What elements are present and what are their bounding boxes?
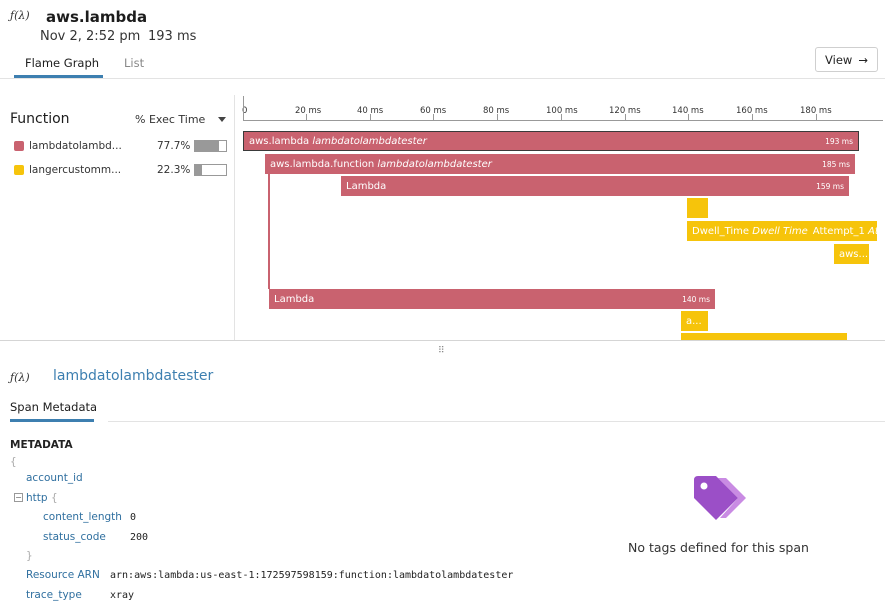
- lambda-function-icon: ƒ(λ): [10, 371, 30, 384]
- json-brace: {: [10, 456, 17, 468]
- trace-duration: 193 ms: [148, 29, 197, 44]
- selected-span-name[interactable]: lambdatolambdatester: [53, 368, 213, 384]
- metadata-key: trace_type: [26, 589, 82, 601]
- tabs-divider: [0, 78, 885, 79]
- span-aws-truncated[interactable]: aws...: [834, 244, 869, 264]
- span-lambda[interactable]: Lambda 159 ms: [341, 176, 849, 196]
- arrow-right-icon: →: [858, 52, 868, 67]
- span-label: Attempt_1 Att...: [812, 225, 877, 237]
- axis-tick: [561, 114, 562, 120]
- legend-divider: [234, 95, 235, 340]
- axis-tick: [370, 114, 371, 120]
- axis-tick: [688, 114, 689, 120]
- span-duration: 159 ms: [816, 181, 844, 191]
- legend-item-pct: 22.3%: [157, 164, 191, 176]
- metadata-value: xray: [110, 590, 135, 601]
- span-dwell-time[interactable]: Dwell_Time Dwell Time Attempt_1 Att...: [687, 221, 877, 241]
- tab-flame-graph[interactable]: Flame Graph: [25, 56, 99, 70]
- legend-item-name[interactable]: langercustomm...: [29, 164, 121, 176]
- span-label: aws.lambda lambdatolambdatester: [249, 135, 427, 147]
- collapse-icon[interactable]: −: [14, 493, 23, 502]
- span-small[interactable]: [687, 198, 708, 218]
- caret-down-icon[interactable]: [218, 117, 226, 122]
- span-duration: 193 ms: [825, 136, 853, 146]
- legend-pct-bar: [194, 140, 227, 152]
- time-axis: [243, 120, 883, 121]
- legend-item-pct: 77.7%: [157, 140, 191, 152]
- span-label: a...: [686, 315, 702, 327]
- span-duration: 185 ms: [822, 159, 850, 169]
- tabs-divider: [108, 421, 885, 422]
- no-tags-message: No tags defined for this span: [628, 540, 809, 555]
- legend-swatch: [14, 141, 24, 151]
- tags-icon: [694, 476, 746, 520]
- axis-tick: [306, 114, 307, 120]
- view-button[interactable]: View →: [815, 47, 878, 72]
- span-label: Dwell_Time Dwell Time: [692, 225, 808, 237]
- metadata-value: 200: [130, 532, 149, 543]
- metadata-key: Resource ARN: [26, 569, 100, 581]
- json-brace: {: [51, 492, 58, 504]
- view-button-label: View: [825, 52, 853, 67]
- function-column-header: Function: [10, 111, 70, 127]
- span-label: Lambda: [346, 180, 387, 192]
- metadata-key: http: [26, 492, 48, 504]
- metadata-heading: METADATA: [10, 439, 73, 451]
- json-brace: }: [26, 550, 33, 562]
- span-lambda-2[interactable]: Lambda 140 ms: [269, 289, 715, 309]
- metadata-value: arn:aws:lambda:us-east-1:172597598159:fu…: [110, 570, 514, 581]
- span-label: aws...: [839, 248, 869, 260]
- span-aws-lambda-function[interactable]: aws.lambda.function lambdatolambdatester…: [265, 154, 855, 174]
- legend-pct-fill: [195, 165, 202, 175]
- trace-datetime: Nov 2, 2:52 pm: [40, 29, 141, 44]
- metadata-key: account_id: [26, 472, 83, 484]
- axis-tick: [816, 114, 817, 120]
- tick-label: 20 ms: [295, 106, 322, 116]
- span-a-truncated[interactable]: a...: [681, 311, 708, 331]
- legend-swatch: [14, 165, 24, 175]
- legend-item-name[interactable]: lambdatolambd...: [29, 140, 122, 152]
- metadata-value: 0: [130, 512, 137, 523]
- exec-time-sort-header[interactable]: % Exec Time: [135, 113, 205, 126]
- axis-tick: [243, 96, 244, 120]
- axis-tick: [497, 114, 498, 120]
- span-aws-lambda[interactable]: aws.lambda lambdatolambdatester 193 ms: [243, 131, 859, 151]
- tab-span-metadata[interactable]: Span Metadata: [10, 400, 97, 414]
- axis-tick: [625, 114, 626, 120]
- metadata-key: status_code: [43, 531, 106, 543]
- lambda-function-icon: ƒ(λ): [10, 9, 30, 22]
- page-title: aws.lambda: [46, 8, 148, 26]
- axis-tick: [752, 114, 753, 120]
- span-clipped[interactable]: [681, 333, 847, 340]
- active-tab-indicator: [10, 419, 94, 422]
- span-label: Lambda: [274, 293, 315, 305]
- metadata-key: content_length: [43, 511, 122, 523]
- span-label: aws.lambda.function lambdatolambdatester: [270, 158, 492, 170]
- axis-tick: [433, 114, 434, 120]
- resize-handle-icon[interactable]: ⠿: [438, 346, 446, 356]
- span-duration: 140 ms: [682, 294, 710, 304]
- legend-pct-fill: [195, 141, 220, 151]
- span-connector: [268, 174, 270, 289]
- tab-list[interactable]: List: [124, 56, 144, 70]
- legend-pct-bar: [194, 164, 227, 176]
- panel-divider: [0, 340, 885, 341]
